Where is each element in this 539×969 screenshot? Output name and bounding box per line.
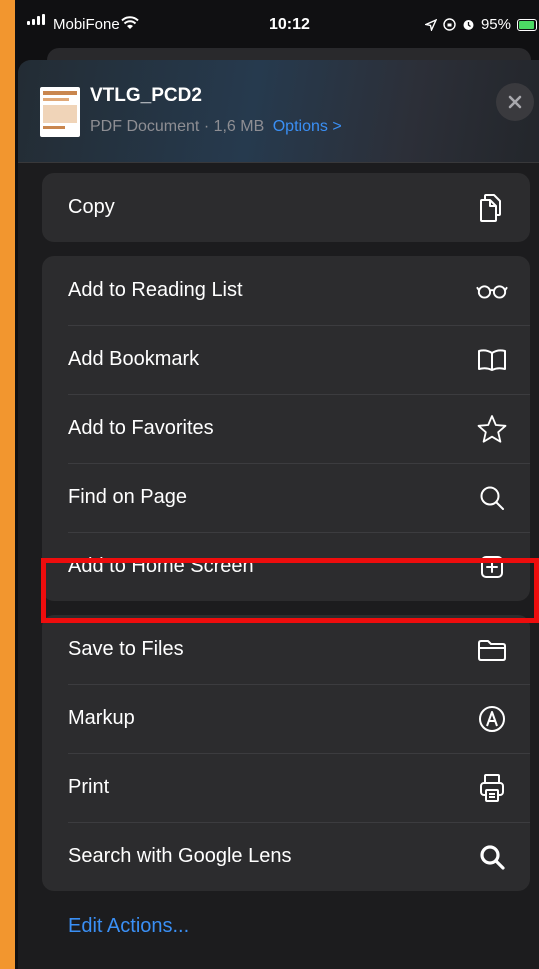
folder-icon [476,634,508,666]
action-search-google-lens[interactable]: Search with Google Lens [42,822,530,891]
carrier-label: MobiFone [53,16,120,33]
battery-percent: 95% [480,16,511,33]
edit-actions-link[interactable]: Edit Actions... [68,915,189,938]
book-icon [476,344,508,376]
copy-icon [476,192,508,224]
screen-lock-icon [443,18,456,31]
action-label: Copy [68,196,115,218]
location-icon [424,18,437,31]
action-add-reading-list[interactable]: Add to Reading List [42,256,530,325]
action-group-browser: Add to Reading List Add Bookmark Add to … [42,256,530,601]
document-info: PDF Document · 1,6 MB [90,118,265,135]
action-label: Find on Page [68,486,187,508]
document-title: VTLG_PCD2 [90,85,202,106]
action-copy[interactable]: Copy [42,173,530,242]
battery-charging-icon [517,18,537,31]
action-label: Add to Favorites [68,417,214,439]
action-label: Markup [68,707,135,729]
phone-screen: MobiFone 10:12 95% VTLG_PCD2 PDF Documen… [15,0,539,969]
plus-square-icon [476,551,508,583]
action-print[interactable]: Print [42,753,530,822]
action-label: Print [68,776,110,798]
wifi-icon [121,16,139,29]
printer-icon [476,772,508,804]
options-link[interactable]: Options > [273,118,342,135]
action-add-home-screen[interactable]: Add to Home Screen [42,532,530,601]
action-label: Search with Google Lens [68,845,292,867]
action-label: Add Bookmark [68,348,200,370]
action-add-favorites[interactable]: Add to Favorites [42,394,530,463]
action-group-copy: Copy [42,173,530,242]
glasses-icon [476,275,508,307]
clock: 10:12 [269,16,310,33]
close-icon [508,95,522,109]
document-meta: PDF Document · 1,6 MB Options > [90,118,342,136]
action-add-bookmark[interactable]: Add Bookmark [42,325,530,394]
markup-icon [476,703,508,735]
action-label: Save to Files [68,638,184,660]
status-bar: MobiFone 10:12 95% [15,0,539,46]
share-sheet: VTLG_PCD2 PDF Document · 1,6 MB Options … [18,60,539,969]
search-bold-icon [476,841,508,873]
document-thumbnail [40,87,80,137]
close-button[interactable] [496,83,534,121]
star-icon [476,413,508,445]
alarm-icon [463,20,474,30]
action-find-on-page[interactable]: Find on Page [42,463,530,532]
action-label: Add to Reading List [68,279,243,301]
action-save-to-files[interactable]: Save to Files [42,615,530,684]
search-icon [476,482,508,514]
sheet-header: VTLG_PCD2 PDF Document · 1,6 MB Options … [18,60,539,163]
action-group-files: Save to Files Markup Print Search with G… [42,615,530,891]
action-label: Add to Home Screen [68,555,254,577]
action-markup[interactable]: Markup [42,684,530,753]
